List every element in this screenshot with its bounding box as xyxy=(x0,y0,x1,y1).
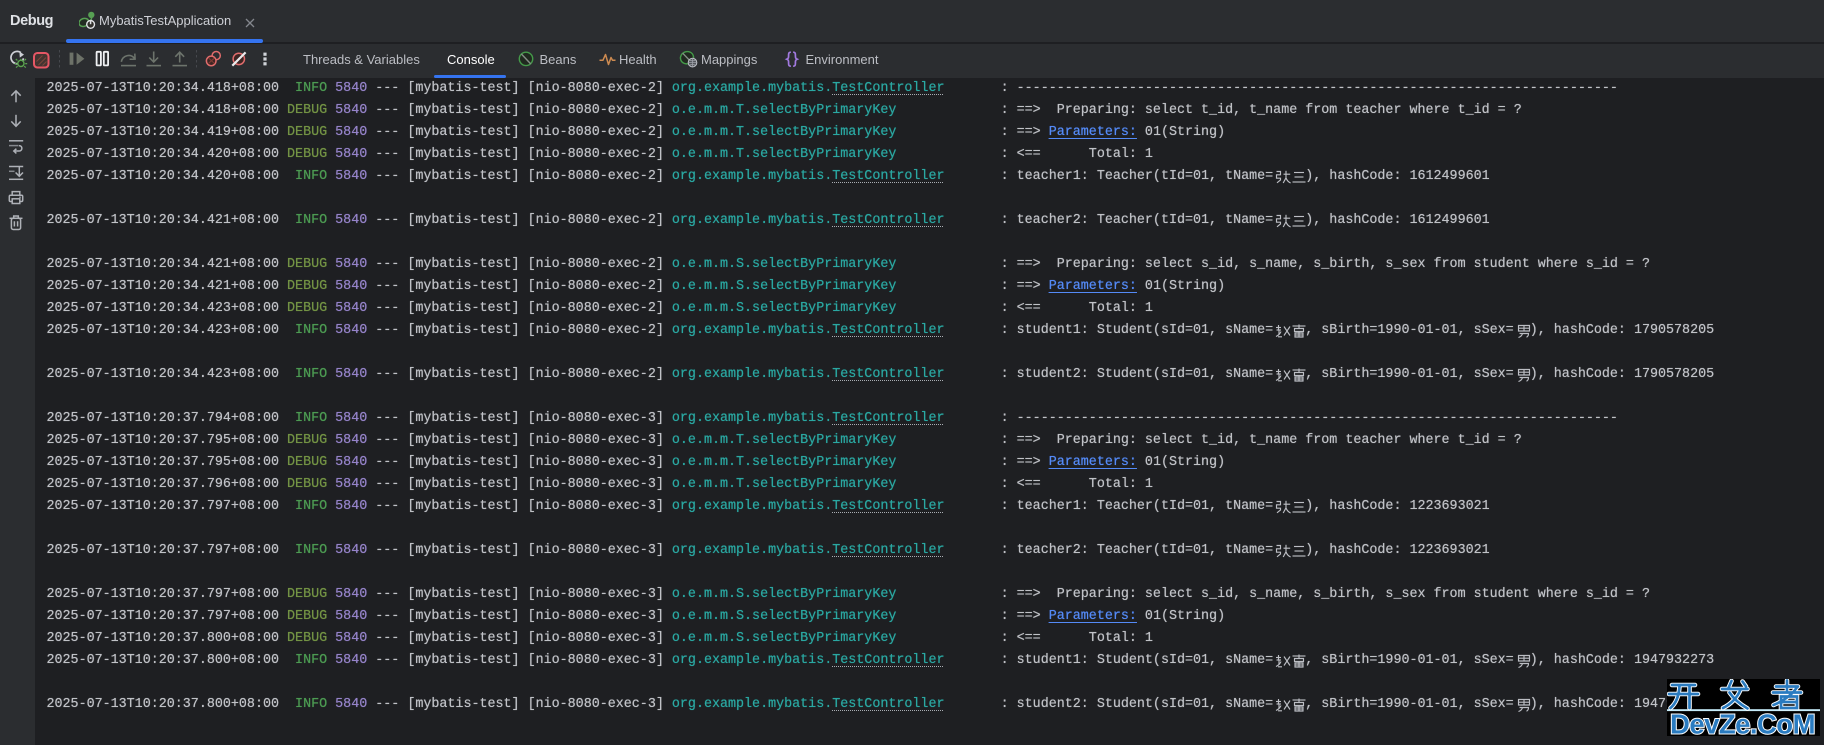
svg-text:DevZe.CoM: DevZe.CoM xyxy=(1670,709,1815,737)
